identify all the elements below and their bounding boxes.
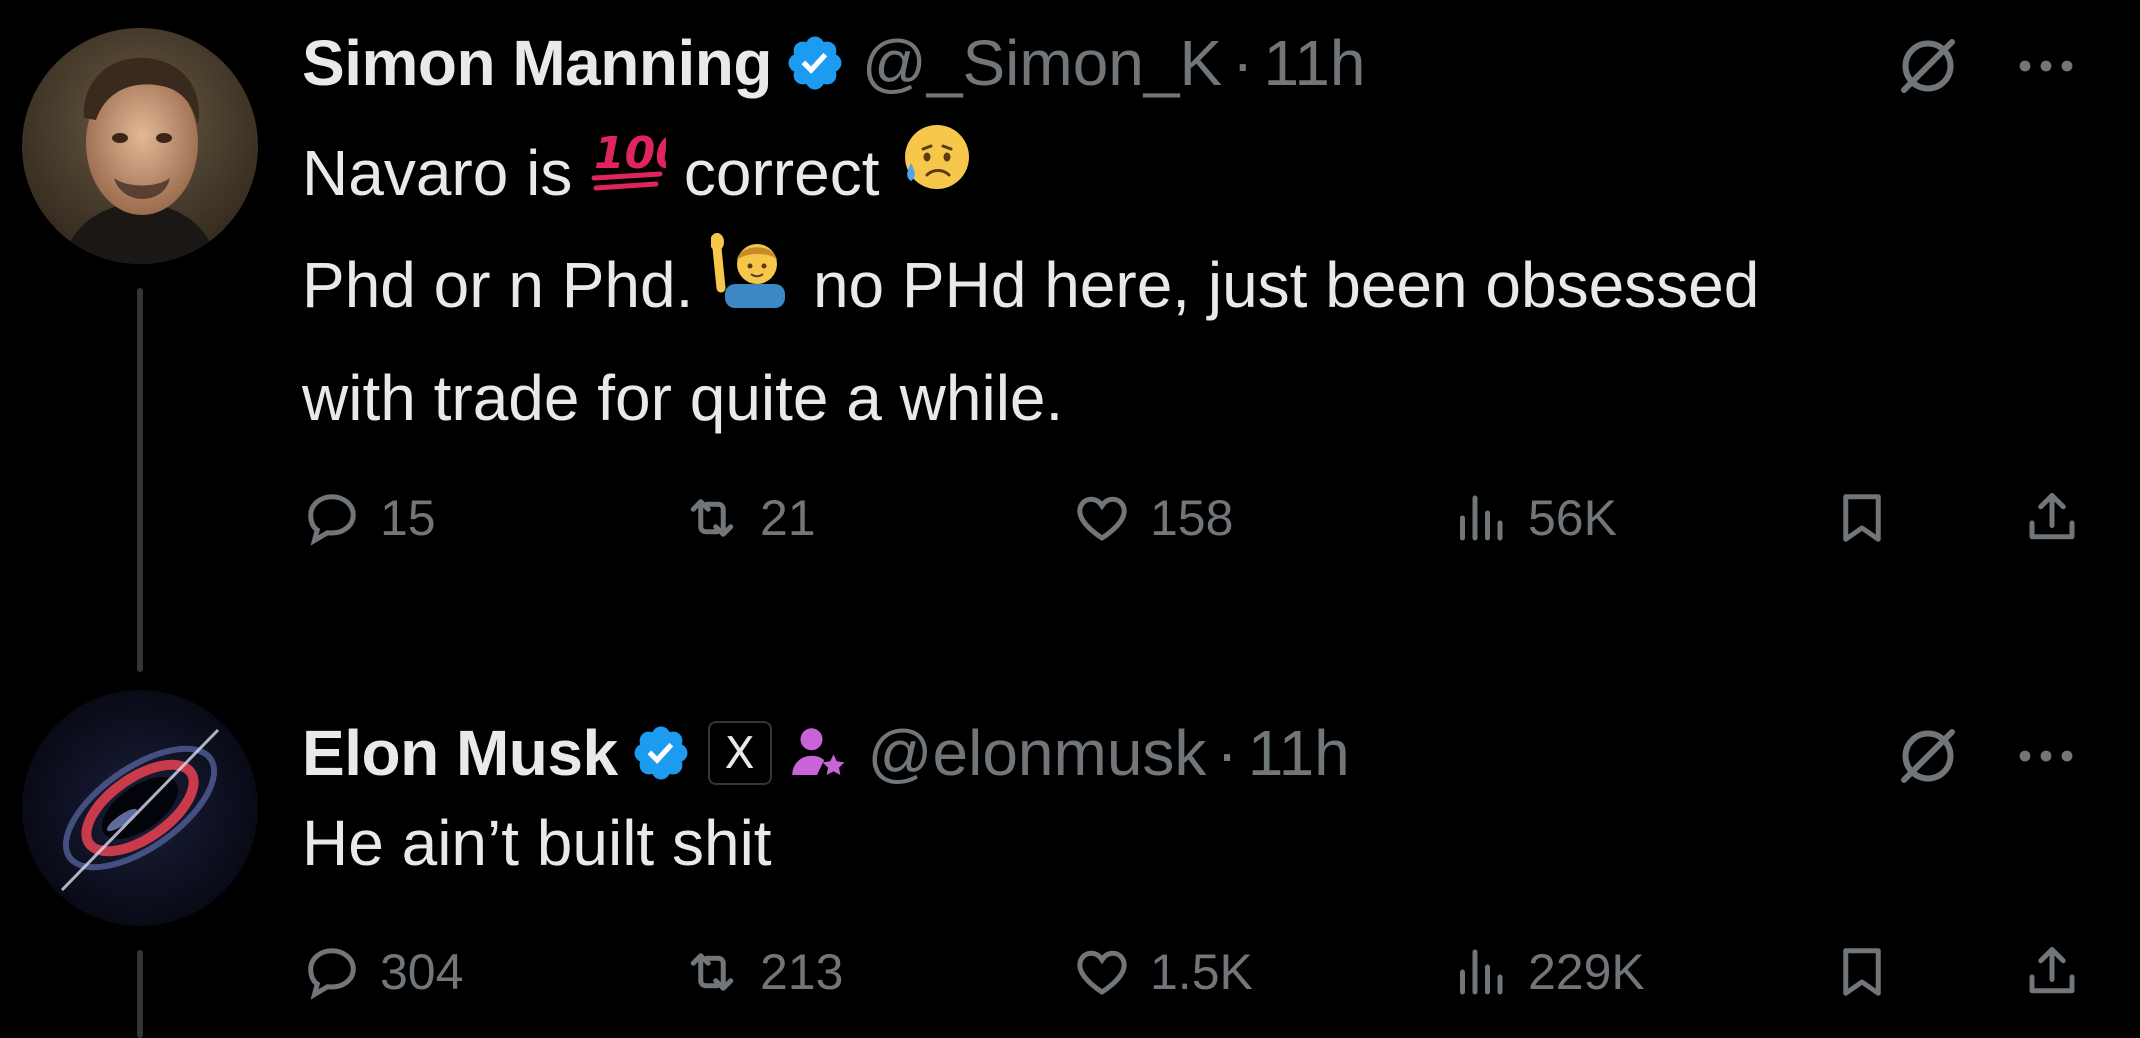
views-icon	[1460, 949, 1503, 995]
tweet-top-actions	[1892, 30, 2082, 102]
tweet-top-actions	[1892, 720, 2082, 792]
timestamp[interactable]: 11h	[1263, 26, 1365, 100]
tweet-header: Elon Musk X @elonmusk · 11h	[302, 708, 1350, 798]
repost-icon	[690, 953, 734, 991]
person-star-icon[interactable]	[784, 720, 850, 786]
like-count: 1.5K	[1150, 944, 1253, 1000]
tweet-text: He ain’t built shit	[302, 790, 772, 896]
share-button[interactable]	[2022, 942, 2100, 1002]
share-button[interactable]	[2022, 488, 2100, 548]
text-segment: Navaro is	[302, 137, 573, 209]
like-button[interactable]: 158	[1072, 488, 1233, 548]
views-button[interactable]: 56K	[1450, 488, 1617, 548]
man-raising-hand-emoji	[710, 228, 795, 339]
tweet-text: Navaro is 100 correct	[302, 120, 1759, 451]
tweet-text-line-3: with trade for quite a while.	[302, 362, 1064, 435]
reply-button[interactable]: 304	[302, 942, 463, 1002]
bookmark-button[interactable]	[1832, 942, 1910, 1002]
user-handle[interactable]: @elonmusk	[868, 716, 1207, 790]
avatar-elon-musk[interactable]	[22, 690, 258, 926]
tweet-actions: 304 213 1.5K 229K	[302, 942, 2092, 1002]
reply-icon	[308, 948, 356, 1000]
like-icon	[1077, 950, 1127, 995]
views-button[interactable]: 229K	[1450, 942, 1645, 1002]
reply-button[interactable]: 15	[302, 488, 436, 548]
text-segment: Phd or n Phd.	[302, 248, 694, 321]
sad-but-relieved-face-emoji	[897, 119, 973, 226]
user-handle[interactable]: @_Simon_K	[862, 26, 1222, 100]
reply-icon	[308, 494, 356, 546]
tweet-header: Simon Manning @_Simon_K · 11h	[302, 18, 1366, 108]
tweet-text-line-2: Phd or n Phd. no PHd here, just been obs…	[302, 232, 1759, 346]
repost-button[interactable]: 21	[682, 488, 816, 548]
like-count: 158	[1150, 490, 1234, 546]
tweet-text-line-1: He ain’t built shit	[302, 807, 772, 879]
grok-icon[interactable]	[1892, 30, 1964, 102]
verified-icon[interactable]	[784, 32, 846, 94]
text-segment: no PHd here, just been obsessed	[812, 248, 1760, 321]
more-icon[interactable]	[2010, 30, 2082, 102]
separator-dot: ·	[1216, 717, 1238, 789]
reply-count: 304	[380, 944, 464, 1000]
views-count: 229K	[1528, 944, 1645, 1000]
repost-count: 213	[760, 944, 844, 1000]
repost-icon	[690, 499, 734, 537]
tweet-elon-musk[interactable]: Elon Musk X @elonmusk · 11h He ain’t bui…	[0, 690, 2140, 1038]
grok-icon[interactable]	[1892, 720, 1964, 792]
like-icon	[1077, 496, 1127, 541]
display-name[interactable]: Simon Manning	[302, 26, 772, 100]
share-icon	[2029, 947, 2075, 994]
verified-icon[interactable]	[630, 722, 692, 784]
bookmark-icon	[1843, 948, 1881, 996]
tweet-actions: 15 21 158 56K	[302, 488, 2092, 548]
repost-button[interactable]: 213	[682, 942, 843, 1002]
avatar-simon-manning[interactable]	[22, 28, 258, 264]
bookmark-button[interactable]	[1832, 488, 1910, 548]
affiliate-label: X	[724, 727, 755, 779]
display-name[interactable]: Elon Musk	[302, 716, 618, 790]
separator-dot: ·	[1232, 27, 1254, 99]
tweet-text-line-1: Navaro is 100 correct	[302, 120, 1759, 232]
like-button[interactable]: 1.5K	[1072, 942, 1253, 1002]
more-icon[interactable]	[2010, 720, 2082, 792]
share-icon	[2029, 493, 2075, 540]
affiliate-x-icon[interactable]: X	[707, 721, 772, 785]
timestamp[interactable]: 11h	[1248, 716, 1350, 790]
bookmark-icon	[1843, 494, 1881, 542]
views-icon	[1460, 495, 1503, 541]
repost-count: 21	[760, 490, 816, 546]
text-segment: correct	[683, 137, 880, 209]
reply-count: 15	[380, 490, 436, 546]
svg-text:100: 100	[594, 128, 666, 179]
views-count: 56K	[1528, 490, 1617, 546]
tweet-simon-manning[interactable]: Simon Manning @_Simon_K · 11h Navaro is …	[0, 0, 2140, 690]
hundred-points-emoji: 100	[590, 119, 686, 225]
